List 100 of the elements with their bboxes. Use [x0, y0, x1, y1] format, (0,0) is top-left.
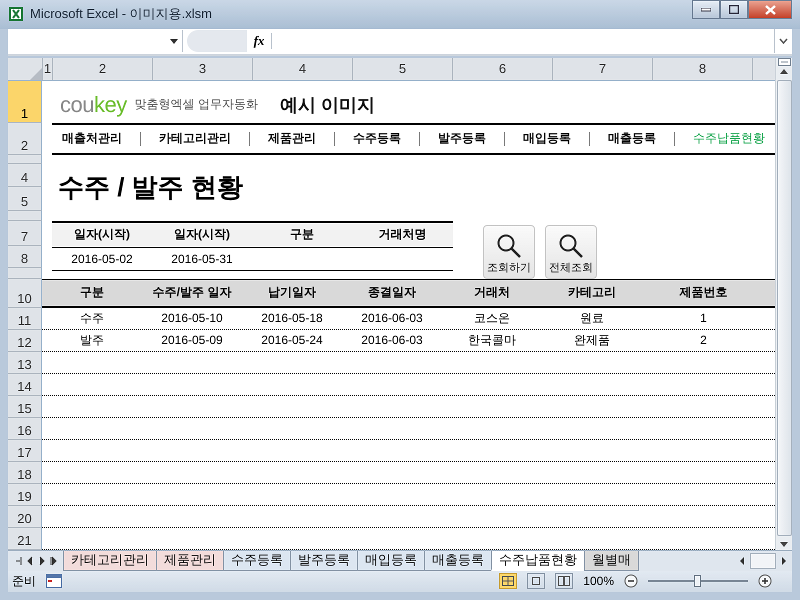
page-heading: 수주 / 발주 현황	[57, 170, 244, 204]
row-header[interactable]: 16	[8, 418, 42, 440]
column-header[interactable]: 7	[553, 58, 653, 80]
row-header[interactable]: 19	[8, 484, 42, 506]
column-heading: 제품번호	[678, 284, 728, 302]
column-heading: 납기일자	[267, 284, 317, 302]
nav-link[interactable]: 매입등록	[519, 130, 575, 148]
grid-icon	[502, 576, 514, 586]
nav-link[interactable]: 카테고리관리	[155, 130, 235, 148]
row-header[interactable]: 10	[8, 278, 42, 308]
row-header[interactable]: 2	[8, 122, 42, 155]
close-button[interactable]	[748, 0, 792, 19]
chevron-down-icon	[779, 38, 788, 44]
table-cell-text: 2016-05-09	[160, 332, 224, 350]
zoom-slider-thumb[interactable]	[694, 575, 701, 588]
record-macro-icon[interactable]	[46, 574, 62, 588]
last-sheet-icon[interactable]	[50, 556, 58, 566]
page-break-button[interactable]	[555, 573, 574, 590]
vertical-scrollbar[interactable]	[775, 58, 792, 550]
logo-wordmark: coukey	[60, 92, 127, 118]
sheet-tab[interactable]: 월별매	[584, 550, 639, 571]
filter-value[interactable]: 2016-05-02	[52, 248, 152, 270]
row-header[interactable]: 21	[8, 528, 42, 550]
filter-value[interactable]: 2016-05-31	[152, 248, 252, 270]
nav-link[interactable]: 매출처관리	[58, 130, 126, 148]
zoom-in-icon[interactable]	[758, 574, 772, 588]
status-text: 준비	[12, 572, 36, 590]
row-header[interactable]: 14	[8, 374, 42, 396]
minimize-button[interactable]	[692, 0, 720, 19]
row-header[interactable]: 17	[8, 440, 42, 462]
row-header[interactable]: 18	[8, 462, 42, 484]
first-sheet-icon[interactable]	[14, 556, 22, 566]
row-header[interactable]: 15	[8, 396, 42, 418]
close-icon	[764, 4, 776, 14]
table-cell-text: 수주	[79, 310, 105, 327]
filter-label: 일자(시작)	[52, 222, 152, 248]
normal-view-button[interactable]	[499, 573, 518, 590]
row-header[interactable]: 13	[8, 352, 42, 374]
column-header[interactable]: 1	[43, 58, 53, 80]
sheet-title: 예시 이미지	[280, 94, 376, 117]
sheet-tab[interactable]: 제품관리	[156, 550, 224, 571]
page-layout-button[interactable]	[527, 573, 546, 590]
logo-tagline: 맞춤형엑셀 업무자동화	[134, 96, 258, 114]
table-cell-text: 한국콜마	[467, 332, 517, 349]
column-heading: 구분	[79, 284, 105, 302]
maximize-icon	[729, 5, 739, 14]
split-handle-icon	[778, 58, 790, 66]
nav-link[interactable]: 제품관리	[264, 130, 320, 148]
row-header[interactable]: 20	[8, 506, 42, 528]
sheet-tab[interactable]: 수주납품현황	[491, 550, 585, 571]
filter-label: 거래처명	[352, 222, 453, 248]
column-header[interactable]: 4	[253, 58, 353, 80]
page-icon	[531, 576, 542, 586]
next-sheet-icon[interactable]	[38, 556, 46, 566]
column-heading: 거래처	[473, 284, 511, 302]
row-header[interactable]: 8	[8, 246, 42, 268]
row-header[interactable]: 4	[8, 164, 42, 187]
page-break-icon	[558, 576, 570, 586]
row-header[interactable]: 12	[8, 330, 42, 352]
nav-link[interactable]: 수주등록	[349, 130, 405, 148]
table-cell-text: 1	[699, 310, 708, 328]
previous-sheet-icon[interactable]	[26, 556, 34, 566]
insert-function-button[interactable]: fx	[247, 33, 272, 50]
scrollbar-thumb[interactable]	[750, 552, 776, 569]
dropdown-caret-icon	[170, 38, 178, 44]
row-header[interactable]: 7	[8, 220, 42, 246]
scroll-left-icon	[738, 556, 746, 566]
formula-bar-grip[interactable]	[187, 30, 247, 52]
column-header[interactable]: 6	[453, 58, 553, 80]
spreadsheet-app-icon	[8, 6, 24, 22]
row-header[interactable]: 5	[8, 186, 42, 211]
nav-link[interactable]: 발주등록	[434, 130, 490, 148]
zoom-level[interactable]: 100%	[583, 574, 614, 588]
table-cell-text: 2016-05-18	[260, 310, 324, 328]
search-button[interactable]: 조회하기	[483, 224, 535, 279]
maximize-button[interactable]	[720, 0, 748, 19]
table-cell-text: 2016-06-03	[360, 310, 424, 328]
minimize-icon	[701, 8, 711, 12]
nav-link[interactable]: 매출등록	[604, 130, 660, 148]
column-header[interactable]: 3	[153, 58, 253, 80]
column-heading: 종결일자	[367, 284, 417, 302]
table-cell-text: 2	[699, 332, 708, 350]
table-cell-text: 발주	[79, 332, 105, 349]
search-button[interactable]: 전체조회	[545, 224, 597, 279]
column-header[interactable]: 5	[353, 58, 453, 80]
column-heading: 수주/발주 일자	[152, 284, 232, 302]
row-header[interactable]: 11	[8, 308, 42, 330]
table-cell-text: 완제품	[573, 332, 611, 349]
column-header[interactable]: 2	[53, 58, 153, 80]
table-cell-text: 2016-05-10	[160, 310, 224, 328]
column-header[interactable]: 8	[653, 58, 753, 80]
sheet-tab[interactable]: 카테고리관리	[63, 550, 157, 571]
zoom-out-icon[interactable]	[624, 574, 638, 588]
filter-label: 일자(시작)	[152, 222, 252, 248]
magnifier-icon	[496, 232, 522, 259]
row-header[interactable]: 1	[8, 80, 42, 123]
table-cell-text: 원료	[579, 310, 605, 327]
filter-label: 구분	[252, 222, 352, 248]
table-cell-text: 2016-05-24	[260, 332, 324, 350]
column-heading: 카테고리	[567, 284, 617, 302]
